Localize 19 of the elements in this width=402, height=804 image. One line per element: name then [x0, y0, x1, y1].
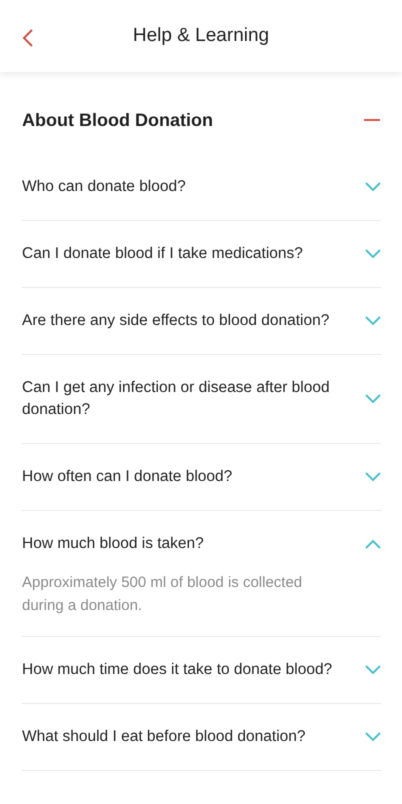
section-header[interactable]: About Blood Donation	[22, 72, 381, 154]
question-text: Who can donate blood?	[22, 177, 186, 197]
question-text: Can I donate blood if I take medications?	[22, 244, 303, 264]
question-text: What should I eat before blood donation?	[22, 727, 306, 747]
question-text: Can I get any infection or disease after blood donation?	[22, 378, 331, 420]
faq-question[interactable]: Can I donate blood if I take medications?	[22, 221, 381, 287]
section-title: About Blood Donation	[22, 110, 213, 130]
faq-question[interactable]: What should I eat before blood donation?	[22, 704, 381, 770]
screen-title: Help & Learning	[132, 25, 270, 47]
back-chevron-icon	[22, 28, 34, 48]
faq-question[interactable]: Can I get any infection or disease after blood donation?	[22, 355, 381, 443]
faq-question[interactable]: How much time does it take to donate blood?	[22, 637, 381, 703]
faq-question[interactable]: How often can I donate blood?	[22, 444, 381, 510]
question-text: How much time does it take to donate blood?	[22, 660, 332, 680]
question-text: How much blood is taken?	[22, 534, 204, 554]
question-text: Are there any side effects to blood donation?	[22, 311, 330, 331]
question-text: How often can I donate blood?	[22, 467, 232, 487]
faq-question[interactable]: Are there any side effects to blood donation?	[22, 288, 381, 354]
faq-question[interactable]: Who can donate blood?	[22, 154, 381, 220]
